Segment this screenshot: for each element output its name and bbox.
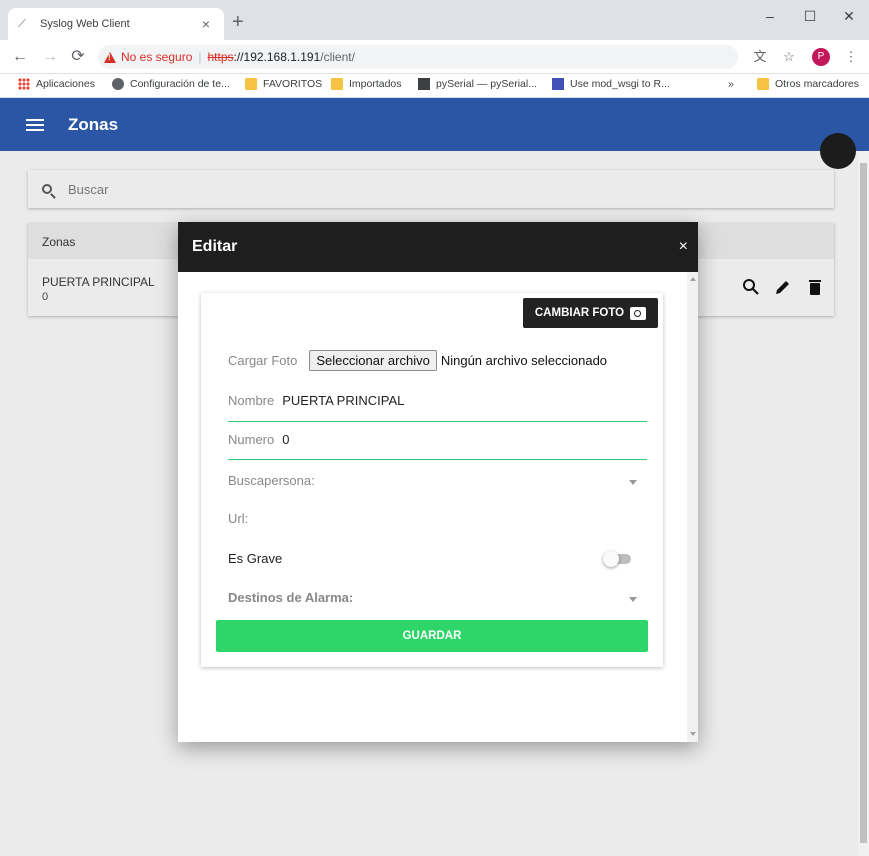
warning-icon bbox=[104, 51, 116, 63]
search-icon[interactable] bbox=[742, 278, 760, 296]
bookmark-otros[interactable]: Otros marcadores bbox=[757, 78, 859, 90]
dialog-scrollbar[interactable] bbox=[687, 272, 698, 742]
more-bookmarks-icon[interactable]: » bbox=[728, 78, 734, 90]
browser-toolbar: ← → ⟳ No es seguro | https ://192.168.1.… bbox=[0, 40, 869, 74]
chevron-down-icon bbox=[629, 597, 637, 602]
hamburger-menu-icon[interactable] bbox=[26, 116, 44, 134]
translate-icon[interactable]: 文 bbox=[752, 49, 768, 65]
app-bar: Zonas bbox=[0, 98, 869, 151]
bookmark-configuracion[interactable]: Configuración de te... bbox=[112, 78, 230, 90]
bookmark-favoritos[interactable]: FAVORITOS bbox=[245, 78, 322, 90]
bookmark-label: Use mod_wsgi to R... bbox=[570, 78, 670, 90]
zone-name: PUERTA PRINCIPAL bbox=[42, 275, 155, 289]
dialog-title: Editar bbox=[192, 238, 238, 255]
page-scrollbar[interactable] bbox=[858, 151, 869, 856]
name-input[interactable]: PUERTA PRINCIPAL bbox=[282, 393, 404, 408]
search-input[interactable]: Buscar bbox=[68, 182, 108, 197]
delete-trash-icon[interactable] bbox=[806, 278, 824, 296]
close-window-icon[interactable]: ✕ bbox=[829, 0, 869, 32]
name-underline bbox=[228, 421, 647, 422]
number-field[interactable]: Numero 0 bbox=[228, 432, 647, 460]
bookmark-label: Importados bbox=[349, 78, 402, 90]
alarm-destinations-select[interactable]: Destinos de Alarma: bbox=[228, 590, 647, 610]
address-separator: | bbox=[198, 50, 202, 64]
security-label[interactable]: No es seguro bbox=[121, 50, 192, 64]
address-bar[interactable]: No es seguro | https ://192.168.1.191 /c… bbox=[98, 45, 738, 69]
save-button[interactable]: GUARDAR bbox=[216, 620, 648, 652]
serious-label: Es Grave bbox=[228, 551, 283, 566]
dialog-header: Editar × bbox=[178, 222, 698, 272]
bookmark-label: Otros marcadores bbox=[775, 78, 860, 90]
syslog-favicon-icon: ⟋ bbox=[18, 18, 26, 30]
url-label: Url: bbox=[228, 511, 249, 526]
pager-label: Buscapersona: bbox=[228, 473, 315, 488]
zone-number: 0 bbox=[42, 291, 49, 303]
url-scheme: https bbox=[207, 50, 234, 64]
url-field[interactable]: Url: bbox=[228, 511, 647, 531]
camera-icon bbox=[630, 306, 647, 320]
page-title: Zonas bbox=[68, 114, 119, 134]
folder-icon bbox=[245, 78, 257, 90]
browser-tab-title: Syslog Web Client bbox=[40, 18, 130, 30]
bookmark-aplicaciones[interactable]: Aplicaciones bbox=[18, 78, 95, 90]
star-icon[interactable]: ☆ bbox=[781, 49, 797, 65]
upload-photo-label: Cargar Foto bbox=[228, 353, 298, 368]
choose-file-button[interactable]: Seleccionar archivo bbox=[309, 350, 437, 371]
add-zone-button[interactable] bbox=[820, 133, 856, 169]
menu-kebab-icon[interactable]: ⋮ bbox=[843, 49, 859, 65]
change-photo-button[interactable]: CAMBIAR FOTO bbox=[523, 298, 658, 328]
bookmarks-bar: Aplicaciones Configuración de te... FAVO… bbox=[0, 74, 869, 98]
mod-icon bbox=[552, 78, 564, 90]
bookmark-pyserial[interactable]: pySerial — pySerial... bbox=[418, 78, 537, 90]
number-underline bbox=[228, 459, 647, 460]
folder-icon bbox=[331, 78, 343, 90]
bookmark-label: Configuración de te... bbox=[130, 78, 230, 90]
chevron-down-icon bbox=[629, 480, 637, 485]
upload-photo-field: Cargar Foto Seleccionar archivo Ningún a… bbox=[228, 350, 647, 371]
serious-toggle[interactable] bbox=[603, 551, 633, 567]
number-input[interactable]: 0 bbox=[282, 432, 289, 447]
bookmark-mod-wsgi[interactable]: Use mod_wsgi to R... bbox=[552, 78, 670, 90]
page-scrollbar-thumb[interactable] bbox=[860, 163, 867, 843]
forward-icon[interactable]: → bbox=[40, 47, 60, 67]
toggle-knob bbox=[603, 551, 619, 567]
bookmark-importados[interactable]: Importados bbox=[331, 78, 402, 90]
close-icon[interactable]: × bbox=[679, 238, 688, 256]
browser-tab[interactable]: ⟋ Syslog Web Client × bbox=[8, 8, 224, 40]
pager-select[interactable]: Buscapersona: bbox=[228, 473, 647, 493]
bookmark-label: pySerial — pySerial... bbox=[436, 78, 537, 90]
book-icon bbox=[418, 78, 430, 90]
minimize-icon[interactable]: – bbox=[750, 0, 790, 32]
search-bar[interactable]: Buscar bbox=[28, 170, 834, 208]
scroll-up-icon[interactable] bbox=[690, 277, 696, 281]
edit-form-card: CAMBIAR FOTO Cargar Foto Seleccionar arc… bbox=[201, 293, 663, 667]
file-status: Ningún archivo seleccionado bbox=[440, 353, 608, 368]
globe-icon bbox=[112, 78, 124, 90]
url-host: ://192.168.1.191 bbox=[233, 50, 321, 64]
bookmark-label: Aplicaciones bbox=[36, 78, 95, 90]
name-field[interactable]: Nombre PUERTA PRINCIPAL bbox=[228, 393, 647, 422]
browser-tabstrip: ⟋ Syslog Web Client × + – ☐ ✕ bbox=[0, 0, 869, 40]
maximize-icon[interactable]: ☐ bbox=[790, 0, 830, 32]
edit-dialog: Editar × CAMBIAR FOTO Cargar Foto Selecc… bbox=[178, 222, 698, 742]
alarm-destinations-label: Destinos de Alarma: bbox=[228, 590, 354, 605]
folder-icon bbox=[757, 78, 769, 90]
url-path: /client/ bbox=[320, 50, 355, 64]
name-label: Nombre bbox=[228, 393, 275, 408]
serious-field: Es Grave bbox=[228, 551, 647, 571]
edit-pencil-icon[interactable] bbox=[774, 278, 792, 296]
apps-icon bbox=[18, 78, 30, 90]
back-icon[interactable]: ← bbox=[10, 47, 30, 67]
search-icon bbox=[42, 184, 52, 194]
close-tab-icon[interactable]: × bbox=[198, 16, 214, 32]
bookmark-label: FAVORITOS bbox=[263, 78, 323, 90]
reload-icon[interactable]: ⟳ bbox=[68, 47, 88, 67]
scroll-down-icon[interactable] bbox=[690, 732, 696, 736]
profile-avatar[interactable]: P bbox=[812, 48, 830, 66]
change-photo-label: CAMBIAR FOTO bbox=[534, 307, 625, 319]
new-tab-icon[interactable]: + bbox=[232, 12, 244, 32]
number-label: Numero bbox=[228, 432, 275, 447]
